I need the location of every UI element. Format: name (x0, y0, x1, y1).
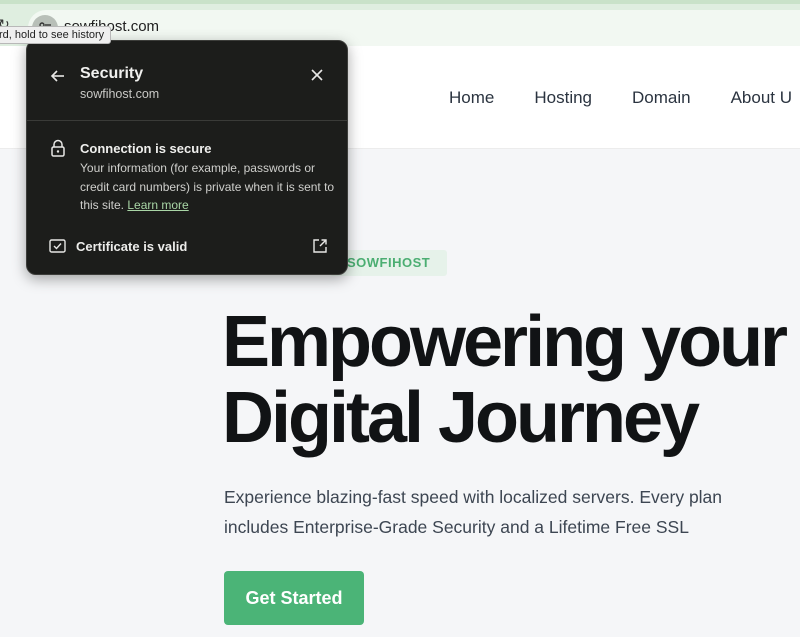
back-button-tooltip: rd, hold to see history (0, 26, 112, 44)
close-icon[interactable] (309, 67, 325, 83)
connection-status-title: Connection is secure (80, 141, 212, 156)
hero-title: Empowering your Digital Journey (222, 302, 788, 458)
main-nav: Home Hosting Domain About U (449, 88, 792, 108)
hero-subtitle-line1: Experience blazing-fast speed with local… (224, 487, 723, 507)
hero-title-line1: Empowering your (222, 302, 788, 382)
security-popup: Security sowfihost.com Connection is sec… (26, 40, 348, 275)
nav-hosting[interactable]: Hosting (534, 88, 592, 108)
connection-description: Your information (for example, passwords… (80, 159, 340, 215)
lock-icon (51, 139, 65, 157)
connection-description-text: Your information (for example, passwords… (80, 161, 335, 212)
certificate-icon (49, 239, 66, 253)
hero-title-line2: Digital Journey (222, 378, 700, 458)
popup-title: Security (80, 65, 144, 82)
nav-home[interactable]: Home (449, 88, 494, 108)
learn-more-link[interactable]: Learn more (127, 198, 188, 212)
certificate-row[interactable]: Certificate is valid (76, 239, 187, 254)
get-started-button[interactable]: Get Started (224, 571, 364, 625)
hero-subtitle: Experience blazing-fast speed with local… (224, 482, 800, 542)
popup-divider (27, 120, 347, 121)
hero-subtitle-line2: includes Enterprise-Grade Security and a… (224, 517, 689, 537)
arrow-left-icon[interactable] (49, 67, 67, 85)
popup-domain: sowfihost.com (80, 87, 160, 101)
nav-domain[interactable]: Domain (632, 88, 691, 108)
external-link-icon[interactable] (312, 238, 328, 254)
nav-about[interactable]: About U (731, 88, 792, 108)
